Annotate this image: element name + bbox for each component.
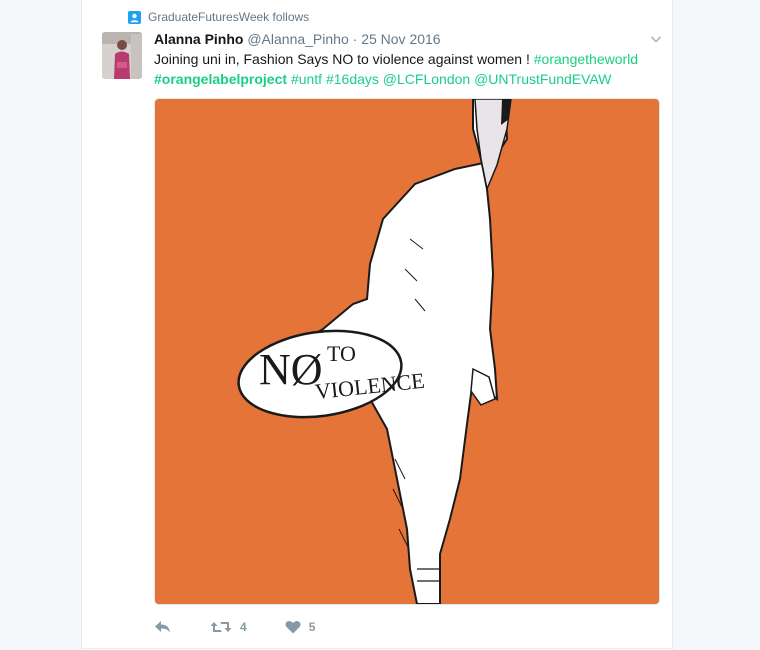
tweet-image[interactable]: NØ TO VIOLENCE: [154, 98, 660, 605]
social-context: GraduateFuturesWeek follows: [128, 9, 309, 25]
image-word-to: TO: [327, 341, 356, 366]
tweet-date[interactable]: 25 Nov 2016: [361, 31, 440, 47]
illustration: NØ TO VIOLENCE: [155, 99, 659, 604]
hashtag-link[interactable]: #orangelabelproject: [154, 71, 287, 87]
reply-icon: [154, 620, 172, 634]
author-handle[interactable]: @Alanna_Pinho: [247, 31, 348, 47]
tweet-card[interactable]: GraduateFuturesWeek follows Alanna Pinho…: [81, 0, 673, 650]
tweet-text-plain: Joining uni in, Fashion Says NO to viole…: [154, 51, 534, 67]
header-separator: ·: [352, 31, 358, 47]
divider: [82, 648, 672, 649]
tweet-text: Joining uni in, Fashion Says NO to viole…: [154, 49, 654, 89]
person-icon: [128, 10, 141, 24]
mention-link[interactable]: @LCFLondon: [383, 71, 470, 87]
chevron-down-icon[interactable]: [650, 32, 662, 44]
hashtag-link[interactable]: #untf: [291, 71, 322, 87]
reply-button[interactable]: [154, 620, 172, 634]
hashtag-link[interactable]: #16days: [326, 71, 379, 87]
retweet-icon: [210, 620, 232, 634]
tweet-actions: 4 5: [154, 616, 353, 638]
social-context-text[interactable]: GraduateFuturesWeek follows: [148, 10, 309, 24]
heart-icon: [285, 620, 301, 634]
mention-link[interactable]: @UNTrustFundEVAW: [474, 71, 611, 87]
image-word-no: NØ: [259, 345, 323, 394]
tweet-header: Alanna Pinho @Alanna_Pinho · 25 Nov 2016: [154, 30, 441, 48]
author-name[interactable]: Alanna Pinho: [154, 31, 243, 47]
like-button[interactable]: 5: [285, 620, 316, 634]
avatar[interactable]: [102, 32, 142, 79]
like-count: 5: [308, 620, 316, 634]
retweet-button[interactable]: 4: [210, 620, 247, 634]
retweet-count: 4: [240, 620, 247, 634]
hashtag-link[interactable]: #orangetheworld: [534, 51, 638, 67]
